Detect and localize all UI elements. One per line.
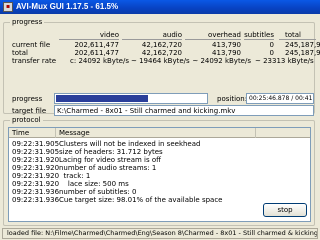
column-video: video: [59, 31, 119, 40]
log-message: lace size: 500 ms: [59, 180, 129, 188]
current-subtitles-value: 0: [269, 41, 274, 49]
log-time: 09:22:31.905: [12, 140, 60, 148]
target-file-field[interactable]: K:\Charmed - 8x01 - Still charmed and ki…: [54, 105, 314, 116]
current-audio-value: 42,162,720: [141, 41, 182, 49]
column-subtitles: subtitles: [244, 31, 274, 40]
total-audio-value: 42,162,720: [141, 49, 182, 57]
position-label: position:: [217, 95, 248, 103]
row-label-total: total: [12, 49, 29, 57]
column-audio: audio: [122, 31, 182, 40]
status-bar: loaded file: N:\Filme\Charmed\Charmed\En…: [2, 228, 318, 239]
current-total-value: 245,187,98: [285, 41, 320, 49]
total-video-value: 202,611,477: [74, 49, 119, 57]
log-row[interactable]: 09:22:31.920 lace size: 500 ms: [9, 180, 310, 188]
rate-video-value: c: 24092 kByte/s: [70, 57, 129, 65]
rate-subtitles-value: ~ 23313 kByte/s: [255, 57, 314, 65]
log-row[interactable]: 09:22:31.905 Clusters will not be indexe…: [9, 140, 310, 148]
log-message: Lacing for video stream is off: [59, 156, 161, 164]
protocol-list-header: Time Message: [9, 128, 310, 138]
total-overhead-value: 413,790: [212, 49, 241, 57]
protocol-group-label: protocol: [10, 116, 43, 124]
log-row[interactable]: 09:22:31.920 track: 1: [9, 172, 310, 180]
title-bar[interactable]: ▪ AVI-Mux GUI 1.17.5 - 61.5%: [0, 0, 320, 14]
progress-group-label: progress: [10, 18, 45, 26]
progress-group: progress video audio overhead subtitles …: [3, 18, 320, 116]
stop-button[interactable]: stop: [263, 203, 307, 217]
column-header-time[interactable]: Time: [9, 128, 56, 138]
rate-overhead-value: ~ 24092 kByte/s: [192, 57, 251, 65]
progress-bar-fill: [56, 95, 149, 102]
log-message: track: 1: [59, 172, 91, 180]
current-video-value: 202,611,477: [74, 41, 119, 49]
current-overhead-value: 413,790: [212, 41, 241, 49]
log-message: Cue target size: 98.01% of the available…: [59, 196, 223, 204]
target-file-label: target file: [12, 107, 47, 115]
window-title: AVI-Mux GUI 1.17.5 - 61.5%: [16, 2, 119, 11]
row-label-current-file: current file: [12, 41, 51, 49]
log-time: 09:22:31.920: [12, 172, 60, 180]
rate-audio-value: ~ 19464 kByte/s: [131, 57, 190, 65]
progress-label: progress: [12, 95, 43, 103]
log-message: Clusters will not be indexed in seekhead: [59, 140, 201, 148]
row-label-transfer-rate: transfer rate: [12, 57, 57, 65]
position-field: 00:25:46.878 / 00:41:57.264: [246, 93, 314, 104]
log-row[interactable]: 09:22:31.920 number of audio streams: 1: [9, 164, 310, 172]
log-time: 09:22:31.920: [12, 156, 60, 164]
log-time: 09:22:31.936: [12, 196, 60, 204]
log-time: 09:22:31.920: [12, 164, 60, 172]
app-icon[interactable]: ▪: [3, 2, 13, 12]
total-subtitles-value: 0: [269, 49, 274, 57]
log-row[interactable]: 09:22:31.905 size of headers: 31.712 byt…: [9, 148, 310, 156]
log-message: size of headers: 31.712 bytes: [59, 148, 163, 156]
column-overhead: overhead: [185, 31, 241, 40]
progress-bar: [54, 93, 208, 104]
log-row[interactable]: 09:22:31.936 number of subtitles: 0: [9, 188, 310, 196]
column-total: total: [279, 31, 316, 40]
total-total-value: 245,187,98: [285, 49, 320, 57]
column-header-message[interactable]: Message: [56, 128, 256, 138]
log-time: 09:22:31.920: [12, 180, 60, 188]
log-time: 09:22:31.905: [12, 148, 60, 156]
log-row[interactable]: 09:22:31.920 Lacing for video stream is …: [9, 156, 310, 164]
log-message: number of subtitles: 0: [59, 188, 137, 196]
log-time: 09:22:31.936: [12, 188, 60, 196]
log-message: number of audio streams: 1: [59, 164, 157, 172]
